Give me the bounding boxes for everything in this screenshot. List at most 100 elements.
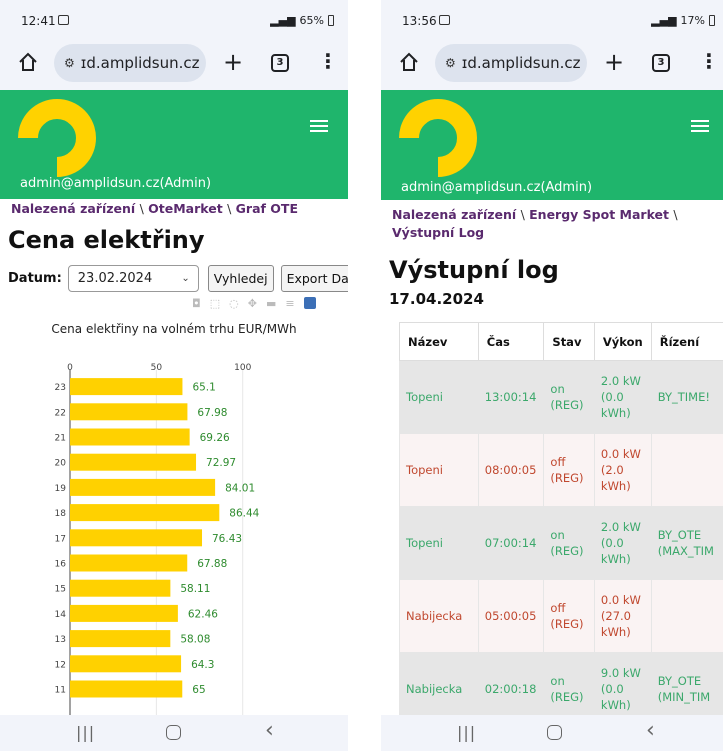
data-label: 67.98 bbox=[197, 407, 227, 419]
header-divider bbox=[381, 196, 723, 200]
data-label: 65.1 bbox=[192, 382, 215, 394]
home-button-icon[interactable] bbox=[547, 725, 562, 740]
status-time: 13:56 bbox=[402, 14, 437, 28]
table-header-row: Název Čas Stav Výkon Řízení bbox=[399, 322, 723, 361]
date-label: Datum: bbox=[8, 271, 62, 286]
output-log-table: Název Čas Stav Výkon Řízení Topeni 13:00:… bbox=[399, 322, 723, 726]
bar bbox=[70, 478, 216, 496]
date-value: 23.02.2024 bbox=[77, 271, 153, 286]
bar bbox=[70, 655, 182, 673]
table-cell: Topeni bbox=[399, 506, 479, 580]
price-bar-chart: 0 50 10023 65.122 67.9821 69.2620 72.9719 84.01… bbox=[55, 363, 260, 715]
browser-toolbar: ⚙ ɪd.amplidsun.cz + 3 ⋮ bbox=[0, 36, 348, 90]
battery-percent: 65% bbox=[299, 14, 324, 27]
url-text: ɪd.amplidsun.cz bbox=[461, 54, 581, 72]
crumb-energy-spot-market[interactable]: Energy Spot Market bbox=[529, 207, 669, 222]
bar bbox=[70, 529, 203, 547]
data-label: 65 bbox=[192, 684, 205, 696]
site-settings-icon[interactable]: ⚙ bbox=[445, 56, 456, 70]
data-label: 58.11 bbox=[180, 583, 210, 595]
new-tab-icon[interactable]: + bbox=[223, 48, 243, 76]
recent-apps-icon[interactable]: ||| bbox=[76, 723, 95, 742]
status-bar: 12:41 ▂▄▆ 65% bbox=[0, 0, 348, 36]
pan-icon[interactable]: ✥ bbox=[248, 297, 257, 310]
back-icon[interactable]: ‹ bbox=[646, 718, 655, 743]
home-icon[interactable] bbox=[399, 52, 419, 72]
bar bbox=[70, 428, 190, 446]
hamburger-menu-icon[interactable] bbox=[691, 120, 709, 135]
hamburger-menu-icon[interactable] bbox=[310, 120, 328, 135]
camera-icon[interactable]: ◘ bbox=[192, 297, 201, 310]
browser-toolbar: ⚙ ɪd.amplidsun.cz + 3 ⋮ bbox=[381, 36, 723, 90]
table-cell: 05:00:05 bbox=[477, 579, 545, 653]
chart-title: Cena elektřiny na volném trhu EUR/MWh bbox=[51, 322, 297, 336]
table-cell: 07:00:14 bbox=[477, 506, 545, 580]
data-label: 64.3 bbox=[191, 659, 214, 671]
admin-user: admin@amplidsun.cz(Admin) bbox=[401, 180, 593, 195]
amplidsun-logo[interactable] bbox=[14, 95, 100, 181]
site-header: admin@amplidsun.cz(Admin) bbox=[0, 90, 348, 196]
crumb-graf-ote[interactable]: Graf OTE bbox=[236, 201, 298, 216]
tab-switcher-button[interactable]: 3 bbox=[271, 54, 289, 72]
y-tick-label: 21 bbox=[55, 434, 66, 444]
recent-apps-icon[interactable]: ||| bbox=[457, 723, 476, 742]
bar bbox=[70, 403, 188, 421]
crumb-otemarket[interactable]: OteMarket bbox=[148, 201, 223, 216]
breadcrumb: Nalezená zařízení \ Energy Spot Market \… bbox=[392, 207, 678, 240]
search-button[interactable]: Vyhledej bbox=[207, 265, 274, 292]
amplidsun-logo[interactable] bbox=[395, 95, 481, 181]
more-menu-icon[interactable]: ⋮ bbox=[318, 50, 338, 72]
admin-user: admin@amplidsun.cz(Admin) bbox=[20, 176, 212, 191]
home-button-icon[interactable] bbox=[166, 725, 181, 740]
table-cell: 13:00:14 bbox=[477, 360, 545, 434]
data-label: 62.46 bbox=[188, 608, 218, 620]
crumb-found-devices[interactable]: Nalezená zařízení bbox=[392, 207, 516, 222]
table-cell: Topeni bbox=[399, 360, 479, 434]
table-cell: 0.0 kW (27.0 kWh) bbox=[593, 579, 652, 653]
col-nazev: Název bbox=[399, 322, 479, 361]
compare-icon[interactable]: ▬ bbox=[266, 297, 276, 310]
crumb-vystupni-log[interactable]: Výstupní Log bbox=[392, 225, 484, 240]
bar bbox=[70, 504, 220, 522]
col-rizeni: Řízení bbox=[650, 322, 723, 361]
crumb-found-devices[interactable]: Nalezená zařízení bbox=[11, 201, 135, 216]
y-tick-label: 17 bbox=[55, 534, 66, 544]
table-row: Nabijecka 05:00:05 off (REG) 0.0 kW (27.0 k… bbox=[399, 579, 723, 653]
lasso-icon[interactable]: ◌ bbox=[229, 297, 239, 310]
android-nav-bar: ||| ‹ bbox=[381, 715, 723, 751]
closest-icon[interactable]: ≡ bbox=[285, 297, 294, 310]
site-settings-icon[interactable]: ⚙ bbox=[64, 56, 75, 70]
address-bar[interactable]: ⚙ ɪd.amplidsun.cz bbox=[435, 44, 587, 82]
select-box-icon[interactable]: ⬚ bbox=[210, 297, 220, 310]
y-tick-label: 23 bbox=[55, 383, 66, 393]
table-cell: Topeni bbox=[399, 433, 479, 507]
data-label: 69.26 bbox=[200, 432, 230, 444]
left-phone-screen: 12:41 ▂▄▆ 65% ⚙ ɪd.amplidsun.cz + 3 ⋮ ad… bbox=[0, 0, 348, 751]
tab-switcher-button[interactable]: 3 bbox=[652, 54, 670, 72]
new-tab-icon[interactable]: + bbox=[604, 48, 624, 76]
y-tick-label: 19 bbox=[55, 484, 67, 494]
table-cell: BY_TIME! bbox=[650, 360, 723, 434]
data-label: 76.43 bbox=[212, 533, 242, 545]
table-row: Topeni 08:00:05 off (REG) 0.0 kW (2.0 kWh) bbox=[399, 433, 723, 507]
android-nav-bar: ||| ‹ bbox=[0, 715, 348, 751]
more-menu-icon[interactable]: ⋮ bbox=[699, 50, 719, 72]
home-icon[interactable] bbox=[18, 52, 38, 72]
battery-percent: 17% bbox=[680, 14, 705, 27]
date-select[interactable]: 23.02.2024 ⌄ bbox=[67, 265, 199, 292]
y-tick-label: 16 bbox=[55, 560, 67, 570]
bar bbox=[70, 604, 178, 622]
export-button[interactable]: Export Dat bbox=[280, 265, 348, 292]
table-cell: Nabijecka bbox=[399, 579, 479, 653]
plotly-logo-icon[interactable] bbox=[303, 297, 316, 309]
back-icon[interactable]: ‹ bbox=[265, 718, 274, 743]
bar bbox=[70, 579, 171, 597]
bar bbox=[70, 453, 197, 471]
gallery-icon bbox=[58, 15, 69, 25]
battery-icon bbox=[709, 15, 715, 26]
breadcrumb: Nalezená zařízení \ OteMarket \ Graf OTE bbox=[11, 201, 298, 216]
bar bbox=[70, 378, 183, 396]
table-cell: 08:00:05 bbox=[477, 433, 545, 507]
address-bar[interactable]: ⚙ ɪd.amplidsun.cz bbox=[54, 44, 206, 82]
data-label: 84.01 bbox=[225, 482, 255, 494]
